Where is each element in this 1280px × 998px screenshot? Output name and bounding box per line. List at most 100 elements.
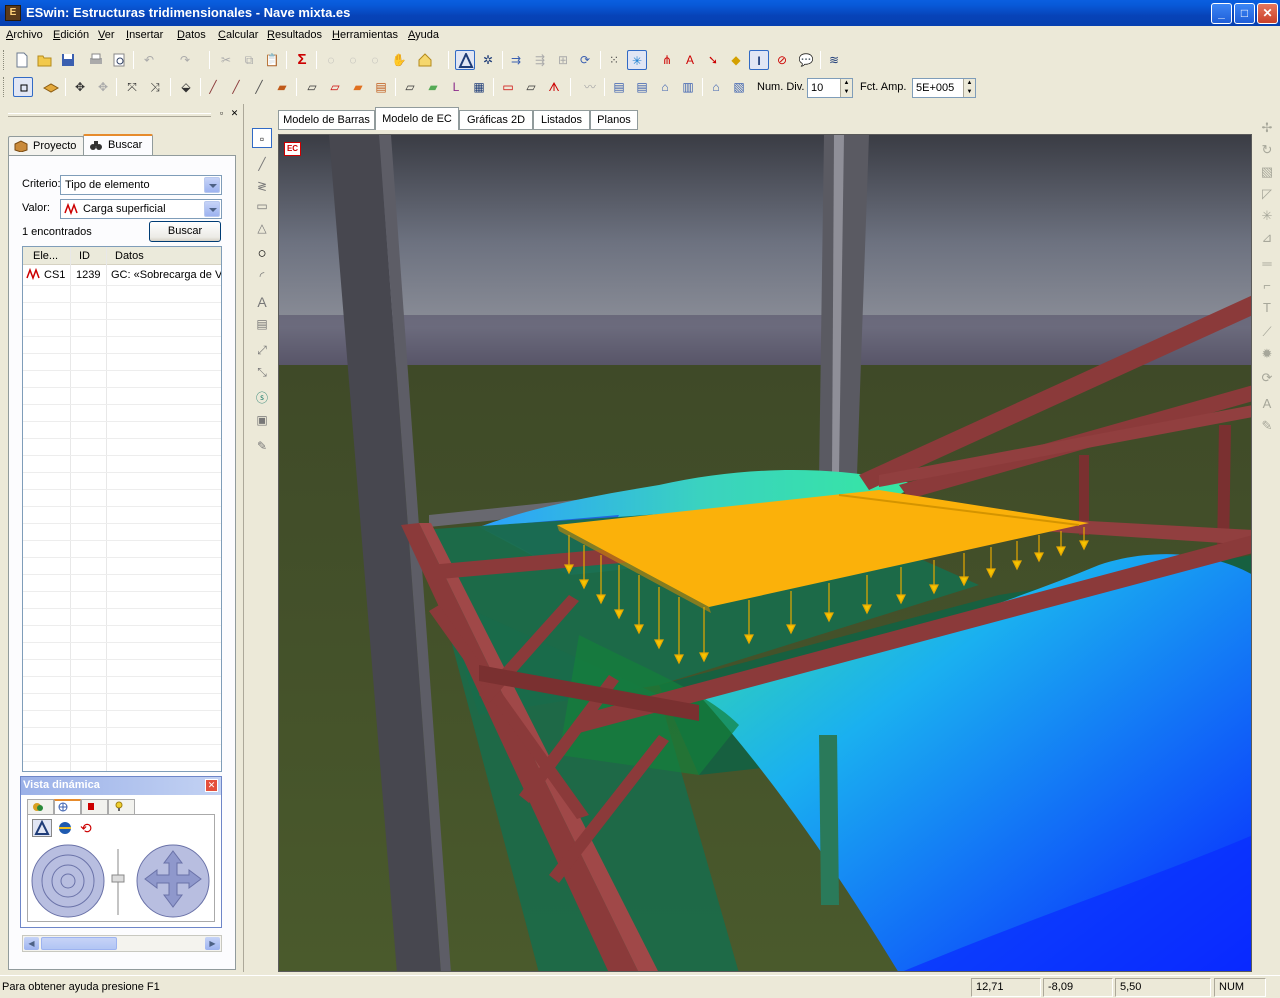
rotate-icon[interactable]: ⟲ — [80, 819, 100, 837]
valor-select[interactable]: Carga superficial — [60, 199, 222, 219]
image-tool-icon[interactable]: ▣ — [252, 410, 272, 430]
no-render-icon[interactable]: ⊘ — [772, 50, 792, 70]
tab-modelo-ec[interactable]: Modelo de EC — [375, 107, 459, 130]
array-icon[interactable]: ⟳ — [1257, 368, 1277, 388]
report-2-icon[interactable]: ▤ — [632, 77, 652, 97]
zoom-out-icon[interactable]: ◌ — [365, 50, 385, 70]
edit-pencil-icon[interactable]: ✎ — [1257, 416, 1277, 436]
select-icon[interactable] — [13, 77, 33, 97]
zoom-window-icon[interactable]: ◌ — [321, 50, 341, 70]
save-icon[interactable] — [58, 50, 78, 70]
tab-graficas-2d[interactable]: Gráficas 2D — [459, 110, 533, 130]
perspective-view-icon[interactable] — [32, 819, 52, 837]
cursor-node-icon[interactable]: ⤧ — [122, 77, 142, 97]
snap-grid-icon[interactable]: ✳ — [627, 50, 647, 70]
report-4-icon[interactable]: ▥ — [678, 77, 698, 97]
redo-icon[interactable]: ↷ — [175, 50, 195, 70]
criterio-select[interactable]: Tipo de elemento — [60, 175, 222, 195]
paste-icon[interactable]: 📋 — [262, 50, 282, 70]
menu-resultados[interactable]: Resultados — [267, 29, 322, 41]
polyline-tool-icon[interactable]: ≷ — [252, 176, 272, 196]
load-arrow-icon[interactable]: ➘ — [703, 50, 723, 70]
surface-load-icon[interactable]: ᗑ — [544, 77, 564, 97]
menu-herramientas[interactable]: Herramientas — [332, 29, 398, 41]
slab-icon[interactable] — [41, 77, 61, 97]
menu-datos[interactable]: Datos — [177, 29, 206, 41]
pencil-tool-icon[interactable]: ✎ — [252, 436, 272, 456]
move-icon[interactable]: ✢ — [1257, 118, 1277, 138]
grid-dots-icon[interactable]: ⁙ — [604, 50, 624, 70]
extend-icon[interactable]: ⟋ — [1257, 322, 1277, 342]
fillet-icon[interactable]: ⌐ — [1257, 276, 1277, 296]
nodes-icon[interactable]: ⇉ — [506, 50, 526, 70]
node-add-icon[interactable]: ✥ — [70, 77, 90, 97]
spin-down-icon[interactable]: ▼ — [963, 88, 975, 97]
text-edit-icon[interactable]: A — [1257, 394, 1277, 414]
plan-2-icon[interactable]: ▧ — [729, 77, 749, 97]
perspective-view-icon[interactable] — [455, 50, 475, 70]
mirror-icon[interactable]: ▧ — [1257, 162, 1277, 182]
supports-icon[interactable]: ⊞ — [553, 50, 573, 70]
comment-icon[interactable]: 💬 — [796, 50, 816, 70]
scroll-left-icon[interactable]: ◀ — [24, 937, 39, 950]
vista-tab-lights[interactable] — [81, 799, 108, 814]
pan-hand-icon[interactable]: ✋ — [389, 50, 409, 70]
spin-up-icon[interactable]: ▲ — [963, 79, 975, 88]
camera-icon[interactable]: ✲ — [478, 50, 498, 70]
break-icon[interactable]: ✹ — [1257, 344, 1277, 364]
undo-icon[interactable]: ↶ — [139, 50, 159, 70]
structure-render[interactable] — [279, 135, 1252, 972]
rectangle-tool-icon[interactable]: ▭ — [252, 196, 272, 216]
offset-icon[interactable]: ═ — [1257, 254, 1277, 274]
tab-buscar[interactable]: Buscar — [83, 134, 153, 156]
menu-calcular[interactable]: Calcular — [218, 29, 258, 41]
globe-icon[interactable] — [56, 819, 76, 837]
tab-listados[interactable]: Listados — [533, 110, 590, 130]
minimize-button[interactable]: _ — [1211, 3, 1232, 24]
maximize-button[interactable]: □ — [1234, 3, 1255, 24]
symmetry-icon[interactable]: ⊿ — [1257, 228, 1277, 248]
tab-modelo-barras[interactable]: Modelo de Barras — [278, 110, 375, 130]
refresh-model-icon[interactable]: ⟳ — [575, 50, 595, 70]
spin-down-icon[interactable]: ▼ — [840, 88, 852, 97]
arc-tool-icon[interactable]: ◜ — [252, 266, 272, 286]
toolbar-grip[interactable] — [3, 50, 6, 70]
load-icon[interactable]: ▭ — [498, 77, 518, 97]
explode-icon[interactable]: ✳ — [1257, 206, 1277, 226]
menu-insertar[interactable]: Insertar — [126, 29, 163, 41]
load-2-icon[interactable]: ▱ — [521, 77, 541, 97]
material-icon[interactable]: ⬙ — [176, 77, 196, 97]
scroll-thumb[interactable] — [41, 937, 117, 950]
fct-amp-spinner[interactable]: 5E+005 ▲ ▼ — [912, 78, 976, 98]
vista-tab-bulb[interactable] — [108, 799, 135, 814]
tab-proyecto[interactable]: Proyecto — [8, 136, 84, 156]
panel-grip[interactable] — [8, 113, 211, 117]
vista-close-icon[interactable]: ✕ — [205, 779, 218, 792]
new-file-icon[interactable] — [12, 50, 32, 70]
mesh-icon[interactable]: ▱ — [400, 77, 420, 97]
mesh-3-icon[interactable]: L — [446, 77, 466, 97]
chevron-down-icon[interactable] — [204, 177, 220, 193]
scale-icon[interactable]: ◸ — [1257, 184, 1277, 204]
mesh-4-icon[interactable]: ▦ — [469, 77, 489, 97]
calculate-sigma-icon[interactable]: Σ — [292, 50, 312, 70]
select-tool-icon[interactable]: ▫ — [252, 128, 272, 148]
menu-ver[interactable]: Ver — [98, 29, 115, 41]
node-move-icon[interactable]: ✥ — [93, 77, 113, 97]
section-icon[interactable]: I — [749, 50, 769, 70]
panel-close-icon[interactable]: ✕ — [229, 108, 240, 119]
report-icon[interactable]: ▤ — [609, 77, 629, 97]
app-icon[interactable]: E — [5, 5, 21, 21]
deformed-icon[interactable]: 〰 — [580, 77, 600, 97]
trim-icon[interactable]: T — [1257, 298, 1277, 318]
toolbar-grip-2[interactable] — [3, 77, 6, 97]
report-3-icon[interactable]: ⌂ — [655, 77, 675, 97]
lightbulb-icon[interactable]: ◆ — [726, 50, 746, 70]
element-shell-icon[interactable]: ▱ — [302, 77, 322, 97]
layers-icon[interactable]: ≋ — [824, 50, 844, 70]
print-icon[interactable] — [86, 50, 106, 70]
bars-icon[interactable]: ⇶ — [530, 50, 550, 70]
navigation-controls[interactable] — [30, 843, 214, 921]
hatch-tool-icon[interactable]: ▤ — [252, 314, 272, 334]
open-folder-icon[interactable] — [35, 50, 55, 70]
